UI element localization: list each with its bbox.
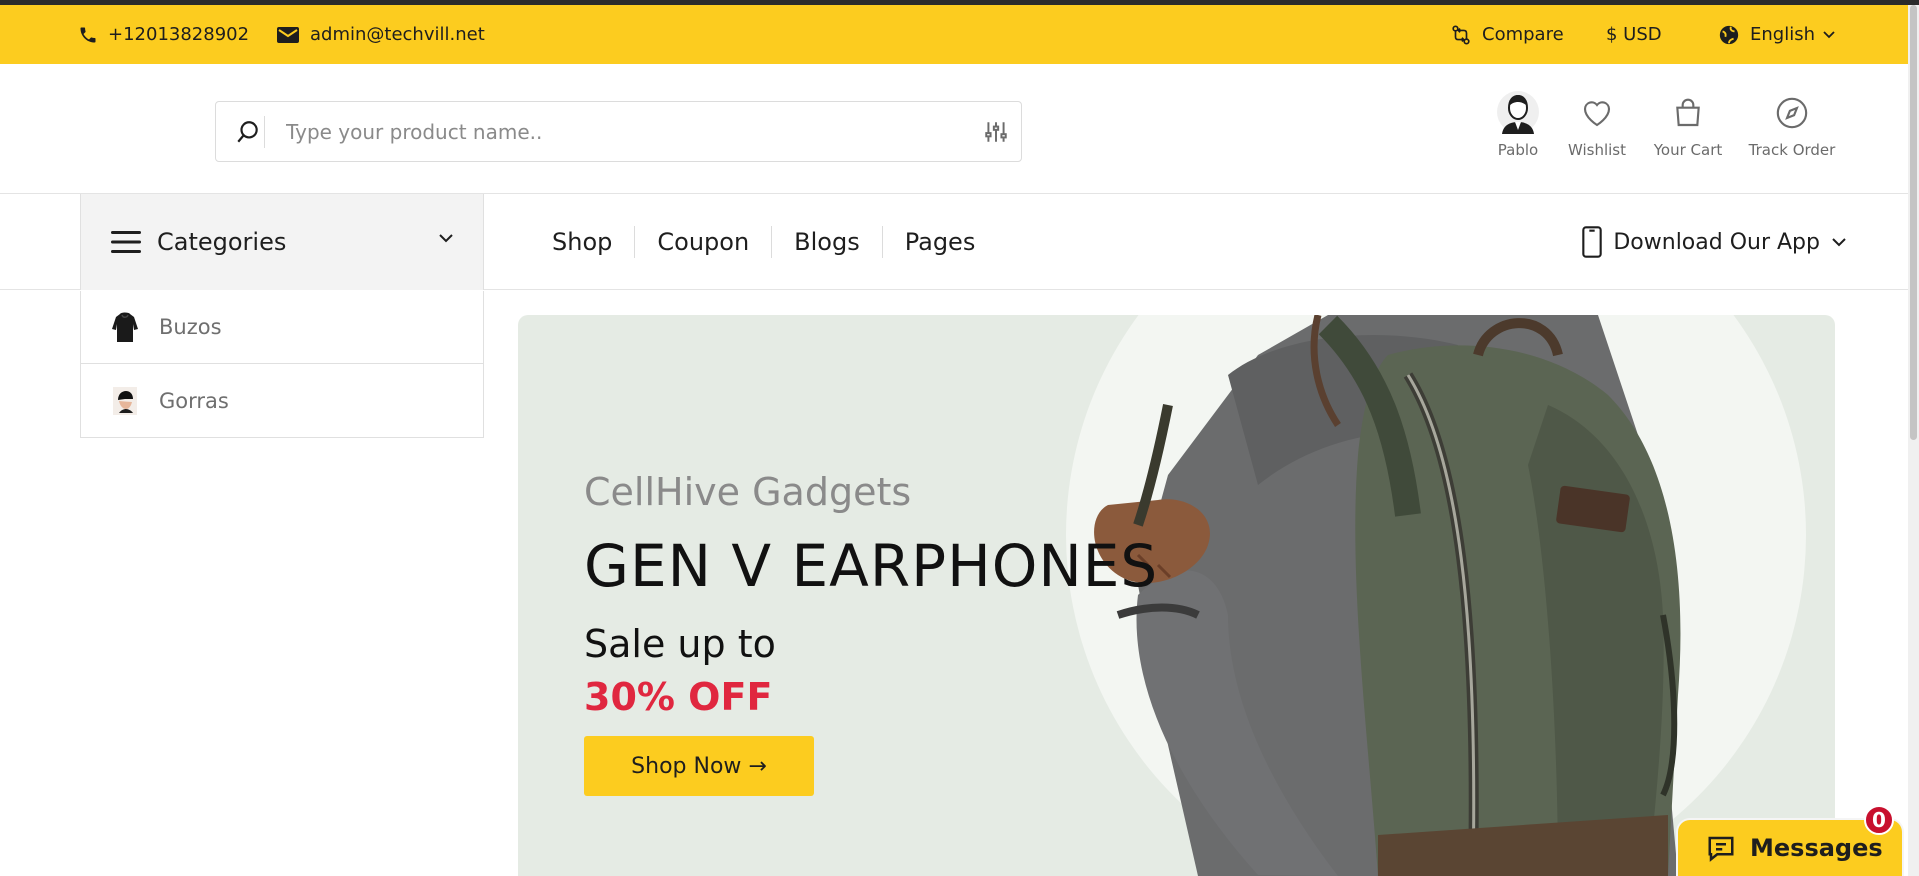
hero-banner: CellHive Gadgets GEN V EARPHONES Sale up… bbox=[518, 315, 1835, 876]
categories-label: Categories bbox=[157, 228, 287, 256]
search-bar bbox=[215, 101, 1022, 162]
scrollbar-thumb[interactable] bbox=[1910, 5, 1917, 440]
cap-thumbnail bbox=[111, 385, 139, 417]
hamburger-icon bbox=[111, 231, 141, 253]
currency-selector[interactable]: $ USD bbox=[1606, 5, 1662, 64]
track-order-label: Track Order bbox=[1748, 141, 1836, 159]
compass-icon bbox=[1742, 89, 1842, 137]
category-label: Gorras bbox=[159, 388, 229, 413]
phone-icon bbox=[80, 27, 96, 42]
top-bar: +12013828902 admin@techvill.net Compare … bbox=[0, 5, 1908, 64]
navigation-bar: Categories Shop Coupon Blogs Pages Downl… bbox=[0, 194, 1908, 290]
phone-contact[interactable]: +12013828902 bbox=[78, 5, 249, 64]
phone-number: +12013828902 bbox=[108, 24, 250, 45]
bag-icon bbox=[1638, 89, 1738, 137]
heart-icon bbox=[1547, 89, 1647, 137]
category-label: Buzos bbox=[159, 315, 222, 339]
download-app-dropdown[interactable]: Download Our App bbox=[1581, 194, 1846, 290]
backpack-model-image bbox=[1094, 315, 1681, 876]
filter-sliders-icon[interactable] bbox=[983, 119, 1009, 149]
category-item-gorras[interactable]: Gorras bbox=[81, 364, 483, 437]
track-order-button[interactable]: Track Order bbox=[1742, 89, 1842, 159]
category-list: Buzos Gorras bbox=[80, 291, 484, 438]
hero-discount: 30% OFF bbox=[584, 675, 773, 719]
unread-count-badge: 0 bbox=[1864, 805, 1894, 835]
main-header: Pablo Wishlist Your Cart Track Order bbox=[0, 64, 1908, 194]
wishlist-label: Wishlist bbox=[1567, 141, 1627, 159]
search-icon[interactable] bbox=[231, 116, 265, 148]
chevron-down-icon bbox=[1832, 237, 1846, 246]
download-app-label: Download Our App bbox=[1613, 229, 1820, 255]
currency-label: $ USD bbox=[1606, 24, 1662, 45]
language-label: English bbox=[1750, 24, 1815, 45]
shop-now-button[interactable]: Shop Now → bbox=[584, 736, 814, 796]
categories-button[interactable]: Categories bbox=[80, 194, 484, 290]
globe-icon bbox=[1719, 25, 1739, 44]
chevron-down-icon bbox=[1823, 30, 1835, 38]
chevron-down-icon bbox=[439, 234, 453, 243]
hoodie-thumbnail bbox=[111, 311, 139, 343]
mail-icon bbox=[277, 26, 299, 43]
nav-link-shop[interactable]: Shop bbox=[530, 228, 634, 256]
nav-link-coupon[interactable]: Coupon bbox=[635, 228, 771, 256]
chat-bubble-icon bbox=[1708, 836, 1734, 862]
main-nav-links: Shop Coupon Blogs Pages bbox=[530, 194, 997, 290]
search-input[interactable] bbox=[286, 116, 926, 148]
hero-brand: CellHive Gadgets bbox=[584, 470, 912, 514]
cart-label: Your Cart bbox=[1653, 141, 1723, 159]
messages-widget[interactable]: Messages 0 bbox=[1678, 805, 1902, 876]
language-selector[interactable]: English bbox=[1718, 5, 1835, 64]
compare-link[interactable]: Compare bbox=[1450, 5, 1564, 64]
cart-button[interactable]: Your Cart bbox=[1638, 89, 1738, 159]
email-contact[interactable]: admin@techvill.net bbox=[276, 5, 485, 64]
category-item-buzos[interactable]: Buzos bbox=[81, 291, 483, 364]
compare-label: Compare bbox=[1482, 24, 1564, 45]
email-address: admin@techvill.net bbox=[310, 24, 485, 45]
smartphone-icon bbox=[1582, 226, 1603, 258]
nav-link-pages[interactable]: Pages bbox=[883, 228, 998, 256]
hero-sale-text: Sale up to bbox=[584, 622, 776, 666]
compare-icon bbox=[1452, 24, 1470, 45]
wishlist-button[interactable]: Wishlist bbox=[1547, 89, 1647, 159]
page-scrollbar[interactable] bbox=[1908, 5, 1919, 876]
messages-label: Messages bbox=[1750, 834, 1883, 862]
hero-title: GEN V EARPHONES bbox=[584, 532, 1159, 600]
nav-link-blogs[interactable]: Blogs bbox=[772, 228, 882, 256]
